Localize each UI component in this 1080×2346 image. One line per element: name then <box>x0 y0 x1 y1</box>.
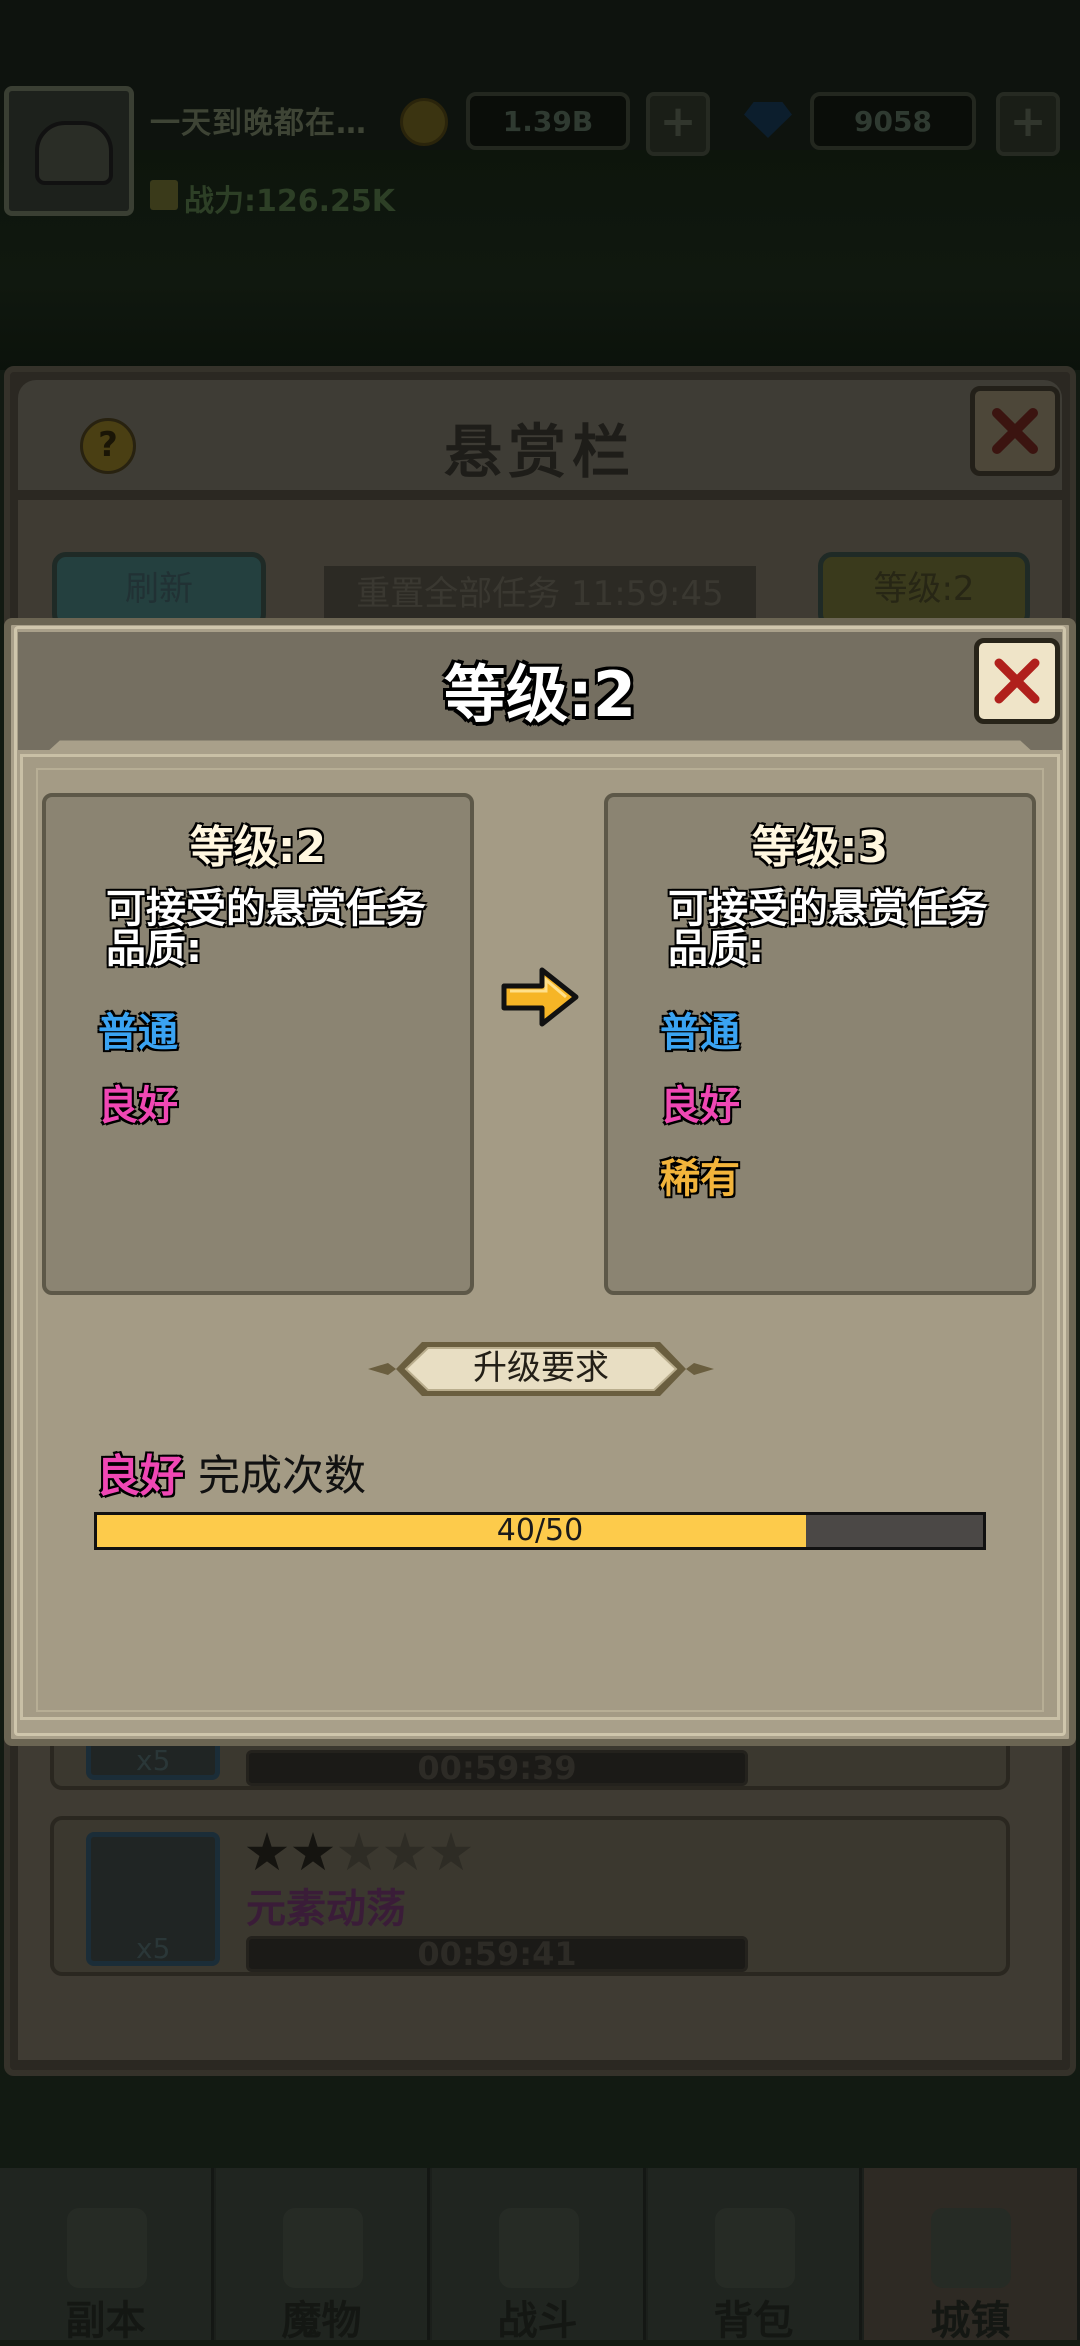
sword-icon <box>499 2208 579 2288</box>
monster-icon <box>283 2208 363 2288</box>
requirement-quality: 良好 <box>96 1451 184 1502</box>
next-level-heading: 等级:3 <box>751 822 889 873</box>
quality-good: 良好 <box>98 1083 178 1129</box>
current-level-description: 可接受的悬赏任务品质: <box>106 886 426 972</box>
gem-amount: 9058 <box>810 92 976 150</box>
bounty-board-title: 悬赏栏 <box>443 418 636 486</box>
nav-label: 魔物 <box>281 2298 362 2344</box>
player-name: 一天到晚都在… <box>150 106 367 141</box>
current-level-heading: 等级:2 <box>189 822 327 873</box>
bounty-level-button[interactable]: 等级:2 <box>818 552 1030 628</box>
current-level-panel: 等级:2 可接受的悬赏任务品质: 普通 良好 <box>42 793 474 1295</box>
nav-tab-battle[interactable]: 战斗 <box>432 2168 646 2344</box>
task-name: 元素动荡 <box>246 1886 406 1932</box>
refresh-button[interactable]: 刷新 <box>52 552 266 628</box>
gold-amount: 1.39B <box>466 92 630 150</box>
quality-normal: 普通 <box>660 1010 740 1056</box>
task-count: x5 <box>136 1932 171 1965</box>
nav-tab-monsters[interactable]: 魔物 <box>216 2168 430 2344</box>
add-gem-button[interactable]: + <box>996 92 1060 156</box>
task-timer: 00:59:41 <box>246 1936 748 1972</box>
quality-normal: 普通 <box>98 1010 178 1056</box>
close-icon <box>994 658 1040 704</box>
completion-progress-bar: 40/50 <box>94 1512 986 1550</box>
nav-label: 战斗 <box>497 2298 578 2344</box>
bounty-close-button[interactable] <box>970 386 1060 476</box>
nav-label: 城镇 <box>930 2298 1011 2344</box>
next-level-panel: 等级:3 可接受的悬赏任务品质: 普通 良好 稀有 <box>604 793 1036 1295</box>
quality-rare: 稀有 <box>660 1156 740 1202</box>
nav-tab-backpack[interactable]: 背包 <box>648 2168 862 2344</box>
dialog-title: 等级:2 <box>444 658 636 731</box>
nav-label: 背包 <box>713 2298 794 2344</box>
close-icon <box>992 408 1038 454</box>
quality-good: 良好 <box>660 1083 740 1129</box>
dungeon-icon <box>67 2208 147 2288</box>
avatar-portrait <box>35 121 113 185</box>
progress-text: 40/50 <box>496 1513 584 1548</box>
power-icon <box>150 180 178 210</box>
task-count: x5 <box>136 1744 171 1777</box>
player-avatar[interactable] <box>4 86 134 216</box>
add-gold-button[interactable]: + <box>646 92 710 156</box>
task-timer: 00:59:39 <box>246 1750 748 1786</box>
nav-tab-dungeon[interactable]: 副本 <box>0 2168 214 2344</box>
gold-coin-icon <box>400 98 448 146</box>
nav-label: 副本 <box>65 2298 146 2344</box>
next-level-description: 可接受的悬赏任务品质: <box>668 886 988 972</box>
nav-tab-town[interactable]: 城镇 <box>864 2168 1080 2344</box>
backpack-icon <box>715 2208 795 2288</box>
arrow-right-icon <box>501 967 579 1027</box>
requirement-title: 升级要求 <box>473 1348 609 1388</box>
town-icon <box>931 2208 1011 2288</box>
combat-power: 战力:126.25K <box>184 184 396 219</box>
requirement-label: 完成次数 <box>198 1451 367 1500</box>
reset-timer: 重置全部任务 11:59:45 <box>324 566 756 622</box>
dialog-close-button[interactable] <box>974 638 1060 724</box>
